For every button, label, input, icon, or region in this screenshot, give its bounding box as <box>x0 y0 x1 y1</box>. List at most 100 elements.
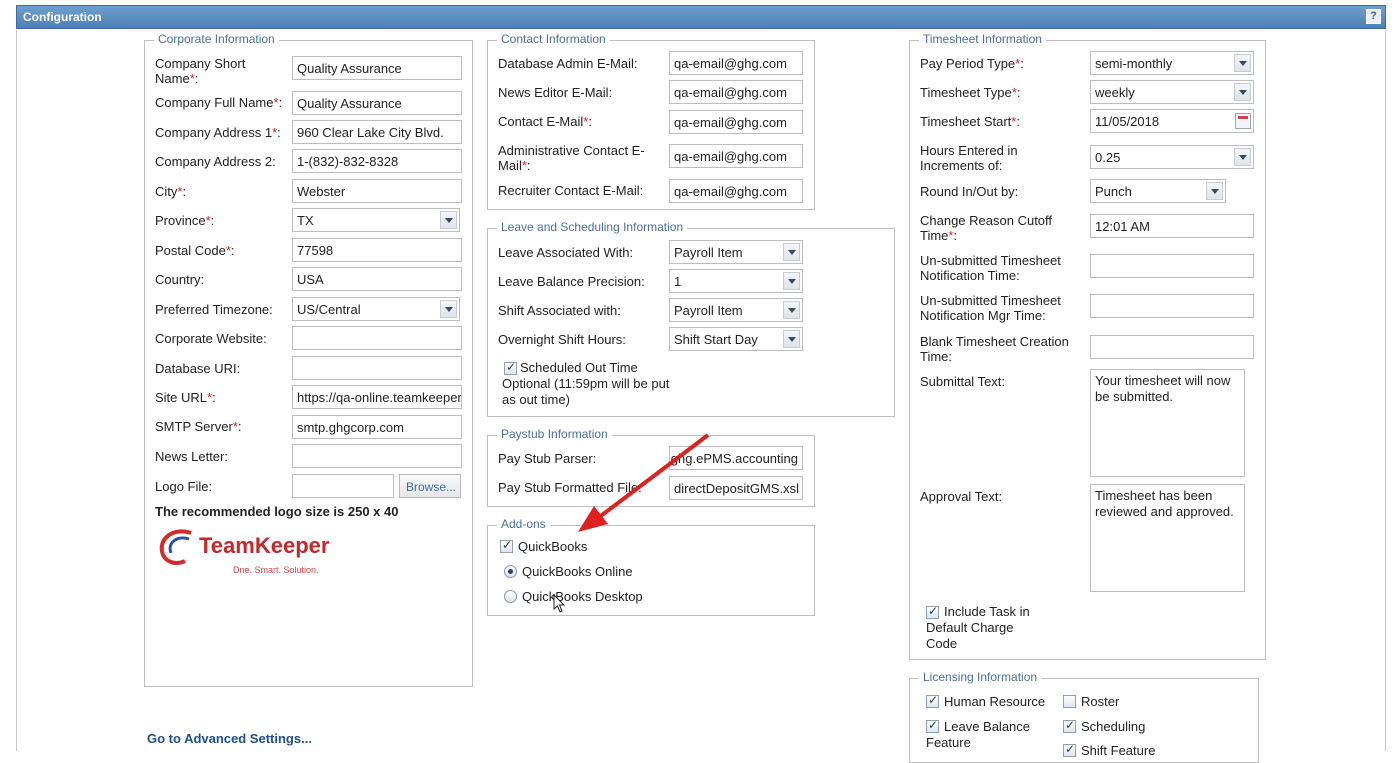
configuration-page: Corporate Information Company Short Name… <box>16 30 1386 763</box>
calendar-icon[interactable] <box>1235 113 1251 129</box>
website-input[interactable] <box>292 326 462 350</box>
licensing-section: Licensing Information Human Resource Ros… <box>909 670 1259 763</box>
qb-desktop-radio[interactable] <box>504 590 517 603</box>
timezone-select[interactable]: US/Central <box>292 297 460 321</box>
site-url-input[interactable]: https://qa-online.teamkeeper.com <box>292 385 462 409</box>
chevron-down-icon <box>783 272 800 290</box>
unsub-notif-input[interactable] <box>1090 254 1254 278</box>
unsub-notif-label: Un-submitted Timesheet Notification Time… <box>920 253 1061 283</box>
postal-code-input[interactable]: 77598 <box>292 238 462 262</box>
cutoff-label: Change Reason Cutoff Time*: <box>920 213 1053 243</box>
province-label: Province*: <box>155 213 215 228</box>
company-full-name-input[interactable]: Quality Assurance <box>292 91 462 115</box>
unsub-mgr-input[interactable] <box>1090 294 1254 318</box>
addons-section: Add-ons QuickBooks QuickBooks Online Qui… <box>487 517 815 616</box>
admin-contact-input[interactable]: qa-email@ghg.com <box>669 144 803 168</box>
title-bar: Configuration ? <box>16 5 1386 29</box>
timesheet-legend: Timesheet Information <box>919 32 1046 46</box>
shift-assoc-select[interactable]: Payroll Item <box>669 298 803 322</box>
leave-assoc-label: Leave Associated With: <box>498 245 634 260</box>
overnight-select[interactable]: Shift Start Day <box>669 327 803 351</box>
country-label: Country: <box>155 272 205 287</box>
qb-online-radio[interactable] <box>504 565 517 578</box>
database-uri-label: Database URI: <box>155 361 241 376</box>
chevron-down-icon <box>783 330 800 348</box>
news-editor-input[interactable]: qa-email@ghg.com <box>669 80 803 104</box>
leave-legend: Leave and Scheduling Information <box>497 220 688 234</box>
addons-legend: Add-ons <box>497 517 550 531</box>
logo-swoosh-icon <box>159 529 192 565</box>
database-uri-input[interactable] <box>292 356 462 380</box>
shift-assoc-label: Shift Associated with: <box>498 303 621 318</box>
chevron-down-icon <box>783 301 800 319</box>
blank-creation-input[interactable] <box>1090 335 1254 359</box>
shift-feature-label: Shift Feature <box>1081 743 1156 758</box>
company-address1-input[interactable]: 960 Clear Lake City Blvd. <box>292 120 462 144</box>
city-input[interactable]: Webster <box>292 179 462 203</box>
timesheet-section: Timesheet Information Pay Period Type*: … <box>909 32 1266 660</box>
scheduling-label: Scheduling <box>1081 719 1146 734</box>
roster-checkbox[interactable] <box>1063 695 1076 708</box>
leave-scheduling-section: Leave and Scheduling Information Leave A… <box>487 220 895 417</box>
pay-period-select[interactable]: semi-monthly <box>1090 51 1254 75</box>
human-resource-checkbox[interactable] <box>926 693 939 708</box>
paystub-formatted-input[interactable]: directDepositGMS.xsl <box>669 476 803 500</box>
increments-select[interactable]: 0.25 <box>1090 145 1254 169</box>
help-icon[interactable]: ? <box>1366 9 1381 24</box>
leave-precision-select[interactable]: 1 <box>669 269 803 293</box>
leave-balance-label: Leave Balance Feature <box>926 719 1031 750</box>
sched-out-optional-label: Scheduled Out Time Optional (11:59pm wil… <box>502 360 670 407</box>
logo-wordmark: TeamKeeper <box>199 533 330 558</box>
advanced-settings-link[interactable]: Go to Advanced Settings... <box>147 731 312 746</box>
db-admin-input[interactable]: qa-email@ghg.com <box>669 51 803 75</box>
cutoff-input[interactable]: 12:01 AM <box>1090 214 1254 238</box>
chevron-down-icon <box>440 300 457 318</box>
chevron-down-icon <box>1234 83 1251 101</box>
page-title: Configuration <box>23 10 102 24</box>
unsub-mgr-label: Un-submitted Timesheet Notification Mgr … <box>920 293 1061 323</box>
company-address2-label: Company Address 2: <box>155 154 276 169</box>
newsletter-input[interactable] <box>292 444 462 468</box>
round-select[interactable]: Punch <box>1090 179 1226 203</box>
smtp-label: SMTP Server*: <box>155 419 242 434</box>
licensing-legend: Licensing Information <box>919 670 1042 684</box>
ts-start-input[interactable]: 11/05/2018 <box>1090 109 1254 133</box>
company-address2-input[interactable]: 1-(832)-832-8328 <box>292 149 462 173</box>
mouse-cursor-icon <box>553 594 566 613</box>
newsletter-label: News Letter: <box>155 449 228 464</box>
quickbooks-label: QuickBooks <box>518 539 588 554</box>
contact-email-input[interactable]: qa-email@ghg.com <box>669 110 803 134</box>
approval-textarea[interactable]: Timesheet has been reviewed and approved… <box>1090 484 1245 592</box>
chevron-down-icon <box>783 243 800 261</box>
province-select[interactable]: TX <box>292 208 460 232</box>
pay-period-label: Pay Period Type*: <box>920 56 1024 71</box>
submittal-textarea[interactable]: Your timesheet will now be submitted. <box>1090 369 1245 477</box>
browse-button[interactable]: Browse... <box>399 474 461 498</box>
leave-assoc-select[interactable]: Payroll Item <box>669 240 803 264</box>
news-editor-label: News Editor E-Mail: <box>498 85 613 100</box>
paystub-section: Paystub Information Pay Stub Parser: com… <box>487 427 815 507</box>
company-full-name-label: Company Full Name*: <box>155 95 283 110</box>
chevron-down-icon <box>440 211 457 229</box>
qb-desktop-label: QuickBooks Desktop <box>522 589 643 604</box>
quickbooks-checkbox[interactable] <box>500 538 513 553</box>
paystub-parser-input[interactable]: com.ghg.ePMS.accounting <box>669 446 803 470</box>
logo-file-input[interactable] <box>292 474 394 498</box>
paystub-parser-label: Pay Stub Parser: <box>498 451 597 466</box>
scheduling-checkbox[interactable] <box>1063 718 1076 733</box>
blank-creation-label: Blank Timesheet Creation Time: <box>920 334 1069 364</box>
city-label: City*: <box>155 184 187 199</box>
round-label: Round In/Out by: <box>920 184 1019 199</box>
smtp-input[interactable]: smtp.ghgcorp.com <box>292 415 462 439</box>
company-short-name-input[interactable]: Quality Assurance <box>292 56 462 80</box>
paystub-formatted-label: Pay Stub Formatted File: <box>498 480 642 495</box>
corporate-legend: Corporate Information <box>154 32 279 46</box>
approval-label: Approval Text: <box>920 489 1003 504</box>
increments-label: Hours Entered in Increments of: <box>920 143 1018 173</box>
ts-type-select[interactable]: weekly <box>1090 80 1254 104</box>
chevron-down-icon <box>1234 148 1251 166</box>
recruiter-input[interactable]: qa-email@ghg.com <box>669 179 803 203</box>
logo-file-label: Logo File: <box>155 479 213 494</box>
corporate-info-section: Corporate Information Company Short Name… <box>144 32 473 687</box>
country-input[interactable]: USA <box>292 267 462 291</box>
